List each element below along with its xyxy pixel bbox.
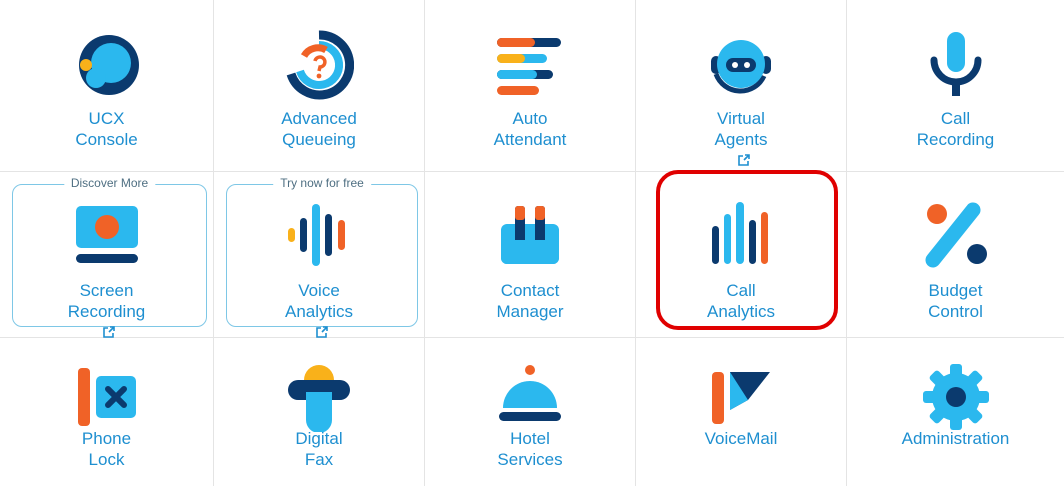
tile-label: Advanced Queueing — [281, 109, 357, 149]
tile-label: Administration — [901, 429, 1010, 448]
call-analytics-icon — [712, 202, 768, 264]
contact-manager-icon — [501, 206, 559, 264]
tile-voicemail[interactable]: VoiceMail — [636, 338, 847, 486]
promo-label: Discover More — [63, 176, 156, 190]
tile-call-analytics[interactable]: Call Analytics — [636, 172, 847, 338]
tile-label: Voice Analytics — [214, 280, 424, 343]
hotel-services-icon — [499, 365, 561, 421]
tile-label: Virtual Agents — [636, 108, 846, 171]
screen-recording-icon — [75, 206, 138, 263]
tile-ucx-console[interactable]: UCX Console — [0, 0, 214, 172]
tile-voice-analytics[interactable]: Try now for free Voice Analytics — [214, 172, 425, 338]
tile-virtual-agents[interactable]: Virtual Agents — [636, 0, 847, 172]
ucx-console-icon — [78, 35, 139, 95]
voicemail-icon — [712, 372, 770, 424]
virtual-agents-icon — [711, 40, 771, 94]
tile-label: Contact Manager — [496, 281, 564, 321]
tile-label: Hotel Services — [497, 429, 563, 469]
tile-phone-lock[interactable]: Phone Lock — [0, 338, 214, 486]
budget-control-icon — [925, 202, 987, 268]
advanced-queueing-icon — [286, 30, 354, 100]
tile-label: Call Analytics — [706, 281, 776, 321]
tile-label: VoiceMail — [704, 429, 778, 448]
phone-lock-icon — [77, 368, 136, 426]
tile-auto-attendant[interactable]: Auto Attendant — [425, 0, 636, 172]
tile-label: Budget Control — [928, 281, 983, 321]
tile-label: Call Recording — [916, 109, 995, 149]
tile-label: Digital Fax — [295, 429, 343, 469]
tile-hotel-services[interactable]: Hotel Services — [425, 338, 636, 486]
digital-fax-icon — [288, 365, 350, 432]
tile-call-recording[interactable]: Call Recording — [847, 0, 1064, 172]
tile-budget-control[interactable]: Budget Control — [847, 172, 1064, 338]
voice-analytics-icon — [288, 204, 345, 266]
tile-contact-manager[interactable]: Contact Manager — [425, 172, 636, 338]
tile-label: Phone Lock — [81, 429, 132, 469]
tile-label: Auto Attendant — [493, 109, 567, 149]
tile-label: Screen Recording — [0, 280, 213, 343]
call-recording-icon — [930, 32, 981, 96]
administration-icon — [922, 364, 989, 430]
auto-attendant-icon — [497, 38, 561, 95]
tile-label: UCX Console — [75, 109, 138, 149]
tile-screen-recording[interactable]: Discover More Screen Recording — [0, 172, 214, 338]
promo-label: Try now for free — [273, 176, 371, 190]
tile-digital-fax[interactable]: Digital Fax — [214, 338, 425, 486]
app-launcher-grid: UCX Console Advanced Queueing Auto Attendan… — [0, 0, 1064, 486]
tile-advanced-queueing[interactable]: Advanced Queueing — [214, 0, 425, 172]
external-link-icon — [737, 154, 750, 166]
tile-administration[interactable]: Administration — [847, 338, 1064, 486]
